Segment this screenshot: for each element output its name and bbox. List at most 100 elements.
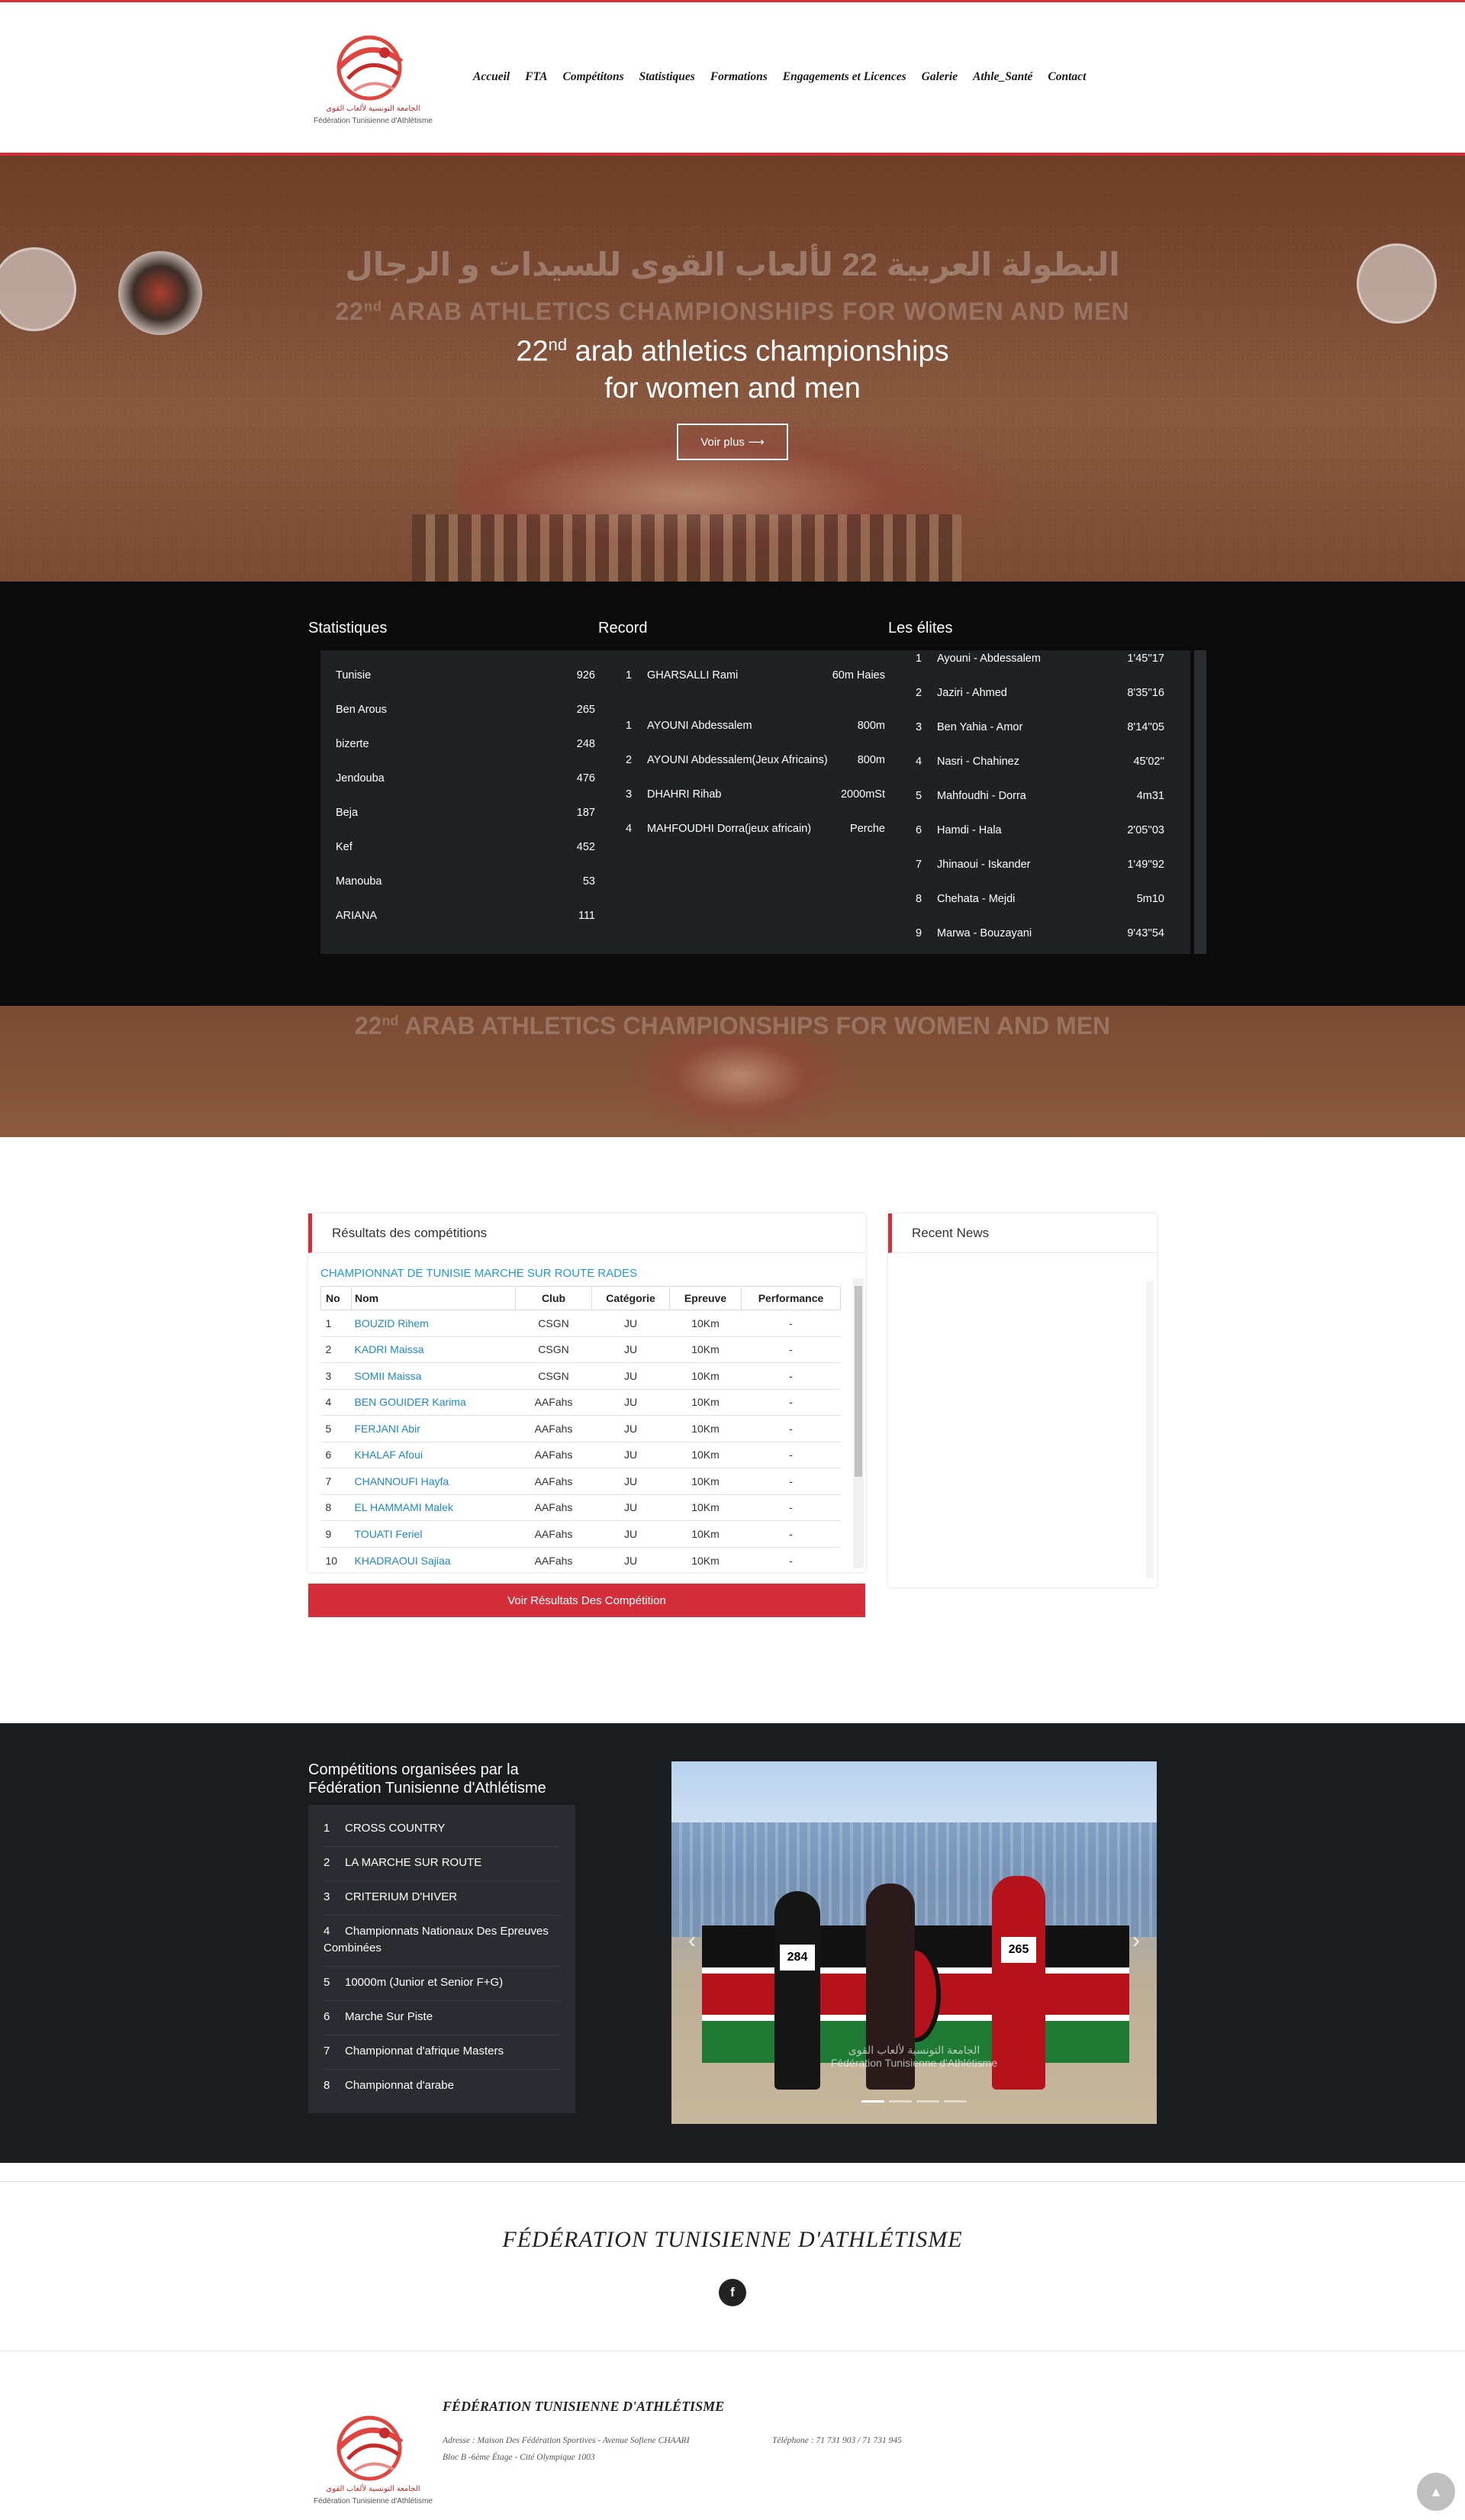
competition-item-label: Championnat d'afrique Masters <box>345 2045 504 2058</box>
result-performance: - <box>741 1388 841 1416</box>
result-athlete-link[interactable]: CHANNOUFI Hayfa <box>351 1468 516 1494</box>
result-categorie: JU <box>591 1362 670 1389</box>
table-row: 9 TOUATI Feriel AAFahs JU 10Km - <box>320 1520 841 1547</box>
footer-logo-arabic: الجامعة التونسية لألعاب القوى <box>326 2483 420 2493</box>
competition-item[interactable]: 2 LA MARCHE SUR ROUTE <box>324 1855 560 1871</box>
result-athlete-link[interactable]: KHADRAOUI Sajiaa <box>351 1546 516 1574</box>
result-performance: - <box>741 1336 841 1363</box>
result-epreuve: 10Km <box>669 1362 742 1389</box>
elite-row-name: Jhinaoui - Iskander <box>937 858 1031 871</box>
col-no: No <box>320 1286 352 1310</box>
facebook-icon[interactable]: f <box>719 2279 746 2306</box>
result-performance: - <box>741 1468 841 1494</box>
result-categorie: JU <box>591 1468 670 1494</box>
record-row-name: GHARSALLI Rami <box>647 669 739 682</box>
record-row-event: Perche <box>850 822 885 835</box>
result-athlete-link[interactable]: BEN GOUIDER Karima <box>351 1388 516 1416</box>
competition-item-no: 8 <box>324 2079 330 2092</box>
stats-row-name: Kef <box>336 840 353 853</box>
nav-galerie[interactable]: Galerie <box>922 70 958 84</box>
result-athlete-link[interactable]: TOUATI Feriel <box>351 1520 516 1547</box>
stats-list[interactable]: Tunisie 926 Ben Arous 265 bizerte 248 Jendouba… <box>320 650 610 954</box>
results-scrollbar[interactable] <box>853 1278 864 1568</box>
nav-athle-sante[interactable]: Athle_Santé <box>973 70 1032 84</box>
kenya-flag <box>702 1925 1129 2063</box>
result-club: AAFahs <box>515 1546 592 1574</box>
result-athlete-link[interactable]: KHALAF Afoui <box>351 1441 516 1468</box>
footer-divider-top <box>0 2181 1465 2182</box>
competition-item[interactable]: 1 CROSS COUNTRY <box>324 1820 560 1837</box>
result-athlete-link[interactable]: FERJANI Abir <box>351 1415 516 1442</box>
competition-item[interactable]: 4 Championnats Nationaux Des Epreuves Com… <box>324 1923 560 1957</box>
championship-title[interactable]: CHAMPIONNAT DE TUNISIE MARCHE SUR ROUTE … <box>320 1267 637 1280</box>
carousel-next-icon[interactable]: › <box>1132 1928 1140 1954</box>
carousel-indicator-4[interactable] <box>944 2100 967 2103</box>
nav-contact[interactable]: Contact <box>1048 70 1086 84</box>
elites-scrollbar[interactable] <box>1194 650 1206 954</box>
competition-item[interactable]: 6 Marche Sur Piste <box>324 2009 560 2025</box>
result-epreuve: 10Km <box>669 1546 742 1574</box>
result-performance: - <box>741 1415 841 1442</box>
competition-item-no: 4 <box>324 1925 330 1938</box>
carousel-indicator-1[interactable] <box>861 2100 884 2103</box>
hero-banner-continued: 22nd ARAB ATHLETICS CHAMPIONSHIPS FOR WO… <box>0 1006 1465 1137</box>
nav-accueil[interactable]: Accueil <box>473 70 510 84</box>
nav-fta[interactable]: FTA <box>525 70 547 84</box>
nav-statistiques[interactable]: Statistiques <box>639 70 695 84</box>
stats-row-name: Beja <box>336 806 359 819</box>
result-athlete-link[interactable]: EL HAMMAMI Malek <box>351 1494 516 1521</box>
results-scroll-thumb[interactable] <box>855 1286 862 1477</box>
result-categorie: JU <box>591 1520 670 1547</box>
news-panel-heading: Recent News <box>888 1213 1157 1253</box>
arrow-up-icon[interactable]: ▲ <box>1417 2473 1455 2511</box>
carousel-indicator-2[interactable] <box>889 2100 912 2103</box>
record-row-no: 4 <box>626 822 633 835</box>
result-no: 8 <box>320 1494 352 1521</box>
records-list[interactable]: 1 GHARSALLI Rami 60m Haies 1 AYOUNI Abdessal… <box>610 650 900 954</box>
result-epreuve: 10Km <box>669 1494 742 1521</box>
nav-engagements[interactable]: Engagements et Licences <box>783 70 906 84</box>
competition-item[interactable]: 3 CRITERIUM D'HIVER <box>324 1889 560 1906</box>
carousel-indicator-3[interactable] <box>916 2100 939 2103</box>
main-nav: Accueil FTA Compétitons Statistiques For… <box>473 70 1086 84</box>
competition-item-label: Championnats Nationaux Des Epreuves Comb… <box>324 1925 549 1954</box>
result-no: 9 <box>320 1520 352 1547</box>
competition-item-no: 7 <box>324 2045 330 2058</box>
table-row: 10 KHADRAOUI Sajiaa AAFahs JU 10Km - <box>320 1546 841 1574</box>
stats-row-value: 926 <box>576 669 595 682</box>
footer-logo[interactable]: الجامعة التونسية لألعاب القوى Fédération… <box>308 2412 438 2511</box>
fta-logo[interactable]: الجامعة التونسية لألعاب القوى Fédération… <box>308 31 438 131</box>
table-row: 6 KHALAF Afoui AAFahs JU 10Km - <box>320 1441 841 1468</box>
competition-item[interactable]: 7 Championnat d'afrique Masters <box>324 2043 560 2060</box>
result-no: 6 <box>320 1441 352 1468</box>
elite-row-no: 3 <box>916 720 922 733</box>
result-athlete-link[interactable]: KADRI Maissa <box>351 1336 516 1363</box>
competition-divider <box>324 2000 560 2001</box>
elite-row-perf: 8'14''05 <box>1127 720 1164 733</box>
stats-row: Beja 187 <box>320 795 610 830</box>
voir-resultats-button[interactable]: Voir Résultats Des Compétition <box>308 1584 865 1617</box>
result-athlete-link[interactable]: SOMII Maissa <box>351 1362 516 1389</box>
news-scrollbar[interactable] <box>1146 1281 1154 1578</box>
nav-formations[interactable]: Formations <box>710 70 768 84</box>
elite-row-perf: 45'02'' <box>1133 755 1164 768</box>
competition-item[interactable]: 8 Championnat d'arabe <box>324 2077 560 2094</box>
competition-item[interactable]: 5 10000m (Junior et Senior F+G) <box>324 1974 560 1991</box>
voir-plus-button[interactable]: Voir plus ⟶ <box>677 424 788 460</box>
elite-row-no: 6 <box>916 823 922 836</box>
records-heading: Record <box>598 620 648 636</box>
result-athlete-link[interactable]: BOUZID Rihem <box>351 1310 516 1336</box>
watermark-arabic: الجامعة التونسية لألعاب القوى <box>848 2044 980 2056</box>
elite-row: 4 Nasri - Chahinez 45'02'' <box>900 744 1190 778</box>
hero-lower-athlete <box>626 1036 855 1136</box>
record-row-name: AYOUNI Abdessalem(Jeux Africains) <box>647 753 828 766</box>
results-table: No Nom Club Catégorie Epreuve Performanc… <box>320 1286 841 1574</box>
competition-item-label: Championnat d'arabe <box>345 2079 454 2092</box>
nav-competitions[interactable]: Compétitons <box>563 70 624 84</box>
hero-banner-english: 22nd ARAB ATHLETICS CHAMPIONSHIPS FOR WO… <box>335 298 1130 325</box>
carousel-prev-icon[interactable]: ‹ <box>688 1928 696 1954</box>
result-performance: - <box>741 1520 841 1547</box>
watermark-latin: Fédération Tunisienne d'Athlétisme <box>830 2057 998 2069</box>
elites-list[interactable]: 1 Ayouni - Abdessalem 1'45''17 2 Jaziri - Ah… <box>900 650 1190 954</box>
competition-photo-carousel[interactable]: 284 265 الجامعة التونسية لألعاب القوى Fé… <box>671 1761 1157 2124</box>
